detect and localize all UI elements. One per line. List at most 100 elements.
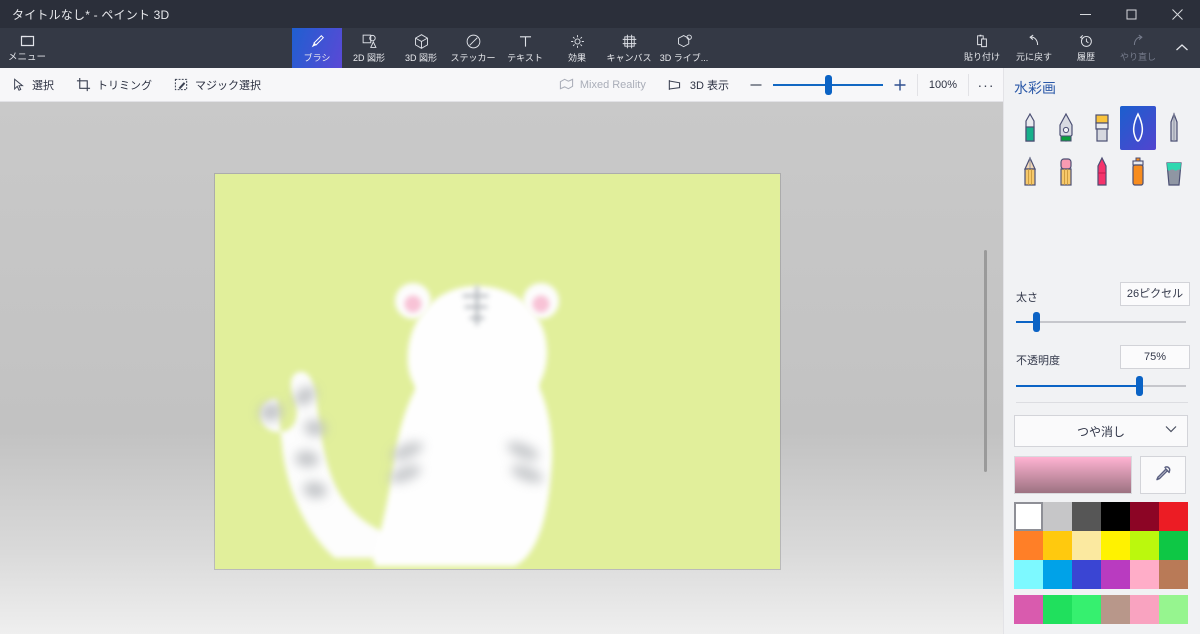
effects-icon	[570, 34, 584, 48]
history-label: 履歴	[1076, 52, 1095, 62]
color-swatch[interactable]	[1101, 502, 1130, 531]
canvas-workspace[interactable]	[0, 102, 1003, 634]
recent-color-swatch[interactable]	[1014, 595, 1043, 624]
tab-shapes-3d[interactable]: 3D 図形	[396, 28, 446, 68]
tab-effects[interactable]: 効果	[552, 28, 602, 68]
marker-brush-icon	[1025, 112, 1035, 142]
color-swatch[interactable]	[1159, 531, 1188, 560]
close-button[interactable]	[1154, 0, 1200, 28]
watercolor-brush-icon	[1132, 112, 1144, 142]
undo-button[interactable]: 元に戻す	[1008, 28, 1060, 68]
tab-effects-label: 効果	[567, 52, 586, 63]
recent-color-swatch[interactable]	[1072, 595, 1101, 624]
shapes-2d-icon	[362, 34, 377, 48]
opacity-slider-thumb[interactable]	[1136, 376, 1143, 396]
drawing-canvas[interactable]	[215, 174, 780, 569]
zoom-in-button[interactable]	[883, 70, 917, 100]
pixel-pen-brush-icon	[1170, 112, 1178, 142]
recent-color-swatch[interactable]	[1043, 595, 1072, 624]
redo-button[interactable]: やり直し	[1112, 28, 1164, 68]
paint3d-window: タイトルなし* - ペイント 3D メニュー ブラシ 2D 図形 3D 図形 ス…	[0, 0, 1200, 634]
tab-stickers[interactable]: ステッカー	[448, 28, 498, 68]
vertical-scrollbar[interactable]	[984, 250, 987, 472]
canvas-icon	[622, 34, 636, 48]
eyedropper-button[interactable]	[1140, 456, 1186, 494]
brush-crayon[interactable]	[1084, 150, 1120, 194]
color-swatch[interactable]	[1014, 502, 1043, 531]
magic-select-icon	[174, 78, 188, 91]
color-swatch[interactable]	[1014, 560, 1043, 589]
recent-color-swatch[interactable]	[1101, 595, 1130, 624]
recent-color-swatch[interactable]	[1159, 595, 1188, 624]
recent-color-swatch[interactable]	[1130, 595, 1159, 624]
brush-eraser[interactable]	[1048, 150, 1084, 194]
menu-button[interactable]: メニュー	[4, 28, 50, 68]
mixed-reality-button[interactable]: Mixed Reality	[549, 71, 656, 99]
select-tool-button[interactable]: 選択	[2, 71, 64, 99]
color-swatch[interactable]	[1072, 502, 1101, 531]
mixed-reality-icon	[559, 78, 573, 90]
thickness-slider[interactable]	[1016, 312, 1186, 332]
tab-brushes[interactable]: ブラシ	[292, 28, 342, 68]
tab-canvas[interactable]: キャンバス	[604, 28, 654, 68]
view-3d-label: 3D 表示	[689, 79, 729, 92]
color-swatch[interactable]	[1130, 560, 1159, 589]
tab-stickers-label: ステッカー	[450, 52, 496, 63]
color-swatch[interactable]	[1043, 560, 1072, 589]
brush-watercolor[interactable]	[1120, 106, 1156, 150]
color-swatch[interactable]	[1043, 502, 1072, 531]
tab-canvas-label: キャンバス	[606, 52, 652, 63]
collapse-ribbon-button[interactable]	[1164, 28, 1200, 68]
view-3d-button[interactable]: 3D 表示	[658, 71, 739, 99]
brush-pencil[interactable]	[1012, 150, 1048, 194]
palette-row	[1014, 531, 1188, 560]
color-swatch[interactable]	[1014, 531, 1043, 560]
color-swatch[interactable]	[1101, 560, 1130, 589]
crop-tool-label: トリミング	[97, 79, 152, 92]
magic-select-button[interactable]: マジック選択	[164, 71, 271, 99]
zoom-percentage: 100%	[917, 73, 969, 96]
color-swatch[interactable]	[1130, 531, 1159, 560]
minimize-button[interactable]	[1062, 0, 1108, 28]
restore-button[interactable]	[1108, 0, 1154, 28]
oil-brush-icon	[1095, 114, 1109, 142]
tab-shapes-2d[interactable]: 2D 図形	[344, 28, 394, 68]
color-swatch[interactable]	[1072, 560, 1101, 589]
material-dropdown[interactable]: つや消し	[1014, 415, 1188, 447]
brush-calligraphy-pen[interactable]	[1048, 106, 1084, 150]
opacity-value[interactable]: 75%	[1120, 345, 1190, 369]
zoom-out-button[interactable]	[739, 70, 773, 100]
brush-marker[interactable]	[1012, 106, 1048, 150]
brush-pixel-pen[interactable]	[1156, 106, 1192, 150]
ribbon-tabs: ブラシ 2D 図形 3D 図形 ステッカー テキスト 効果 キャンバス 3D ラ…	[292, 28, 712, 68]
sticker-icon	[466, 34, 480, 48]
history-button[interactable]: 履歴	[1060, 28, 1112, 68]
more-options-button[interactable]: ···	[969, 71, 1003, 99]
color-swatch[interactable]	[1130, 502, 1159, 531]
brush-spray-can[interactable]	[1120, 150, 1156, 194]
pencil-brush-icon	[1024, 156, 1036, 186]
color-swatch[interactable]	[1072, 531, 1101, 560]
opacity-slider-fill	[1016, 385, 1139, 387]
thickness-value[interactable]: 26ピクセル	[1120, 282, 1190, 306]
color-swatch[interactable]	[1043, 531, 1072, 560]
current-color-swatch[interactable]	[1014, 456, 1132, 494]
crop-tool-button[interactable]: トリミング	[66, 71, 162, 99]
opacity-slider[interactable]	[1016, 376, 1186, 396]
zoom-slider[interactable]	[773, 70, 883, 100]
thickness-slider-thumb[interactable]	[1033, 312, 1040, 332]
view-3d-icon	[668, 79, 680, 90]
color-swatch[interactable]	[1159, 502, 1188, 531]
menu-label: メニュー	[7, 51, 46, 63]
tab-text[interactable]: テキスト	[500, 28, 550, 68]
zoom-slider-thumb[interactable]	[825, 74, 832, 95]
paste-button[interactable]: 貼り付け	[956, 28, 1008, 68]
brush-oil[interactable]	[1084, 106, 1120, 150]
tool-options-panel: 水彩画 太さ 26ピクセル 不透明度 75% つや消し	[1003, 68, 1200, 634]
history-icon	[1079, 35, 1092, 47]
color-swatch[interactable]	[1159, 560, 1188, 589]
brush-fill-bucket[interactable]	[1156, 150, 1192, 194]
color-swatch[interactable]	[1101, 531, 1130, 560]
tab-remix-3d[interactable]: 3D ライブ...	[656, 28, 712, 68]
white-tiger-cat-drawing	[259, 283, 559, 566]
